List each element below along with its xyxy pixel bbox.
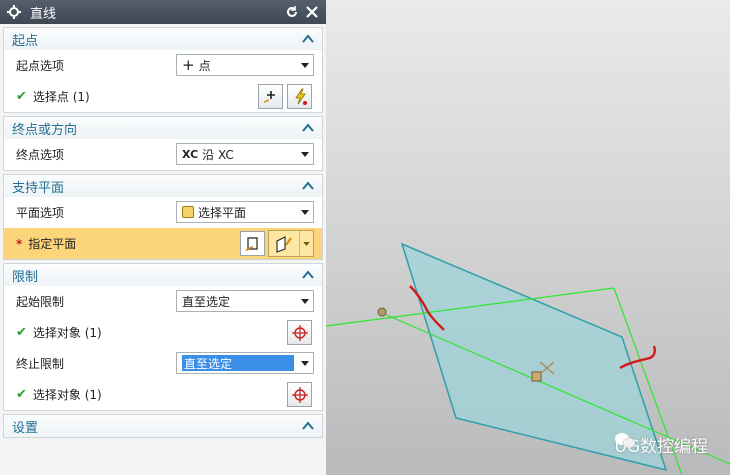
checkmark-icon: ✔ [16, 387, 27, 402]
start-point-title: 起点 [12, 33, 39, 49]
watermark: UG数控编程 [614, 432, 708, 457]
end-point-header[interactable]: 终点或方向 [4, 117, 322, 139]
plane-option-value: 选择平面 [198, 205, 247, 220]
wechat-icon [615, 433, 636, 449]
chevron-up-icon[interactable] [302, 270, 314, 280]
dialog-title: 直线 [30, 6, 57, 22]
start-point-header[interactable]: 起点 [4, 28, 322, 50]
end-select-object-row[interactable]: ✔ 选择对象 (1) [4, 379, 322, 410]
end-limit-row: 终止限制 直至选定 [4, 348, 322, 379]
support-plane-header[interactable]: 支持平面 [4, 175, 322, 197]
reset-icon[interactable] [284, 4, 300, 20]
inferred-point-button[interactable] [287, 84, 312, 109]
start-point-marker [377, 307, 387, 317]
start-select-object-label: 选择对象 (1) [32, 326, 102, 340]
plane-edit-icon[interactable] [269, 231, 300, 256]
crosshair-button[interactable] [287, 320, 312, 345]
plane-dialog-button[interactable] [240, 231, 265, 256]
chevron-up-icon[interactable] [302, 123, 314, 133]
scene-graphics [326, 242, 730, 475]
end-option-row: 终点选项 XC 沿 XC [4, 139, 322, 170]
start-limit-row: 起始限制 直至选定 [4, 286, 322, 317]
gear-icon[interactable] [6, 4, 22, 20]
chevron-up-icon[interactable] [302, 421, 314, 431]
chevron-up-icon[interactable] [302, 181, 314, 191]
support-plane-group: 支持平面 平面选项 选择平面 * 指定平面 [3, 174, 323, 260]
close-icon[interactable] [304, 4, 320, 20]
end-option-value: 沿 XC [202, 147, 234, 162]
crosshair-button[interactable] [287, 382, 312, 407]
end-limit-select[interactable]: 直至选定 [176, 352, 314, 374]
plane-option-row: 平面选项 选择平面 [4, 197, 322, 228]
dropdown-arrow-icon [297, 202, 313, 222]
xc-icon: XC [182, 147, 199, 161]
start-option-value: 点 [198, 58, 211, 73]
settings-group: 设置 [3, 414, 323, 438]
point-dialog-button[interactable] [258, 84, 283, 109]
end-limit-value: 直至选定 [182, 355, 294, 371]
graphics-viewport[interactable]: UG数控编程 [326, 0, 730, 475]
start-option-row: 起点选项 + 点 [4, 50, 322, 81]
checkmark-icon: ✔ [16, 325, 27, 340]
start-limit-select[interactable]: 直至选定 [176, 290, 314, 312]
plane-icon [182, 206, 194, 218]
inferred-plane-split-button[interactable] [268, 230, 314, 257]
plane-option-select[interactable]: 选择平面 [176, 201, 314, 223]
start-option-select[interactable]: + 点 [176, 54, 314, 76]
settings-title: 设置 [12, 420, 39, 436]
dropdown-arrow-icon [297, 291, 313, 311]
dropdown-arrow-icon [297, 55, 313, 75]
end-point-title: 终点或方向 [12, 122, 78, 138]
limits-group: 限制 起始限制 直至选定 ✔ 选择对象 (1) 终止限制 直至选定 ✔ 选择对象… [3, 263, 323, 411]
chevron-up-icon[interactable] [302, 34, 314, 44]
start-point-group: 起点 起点选项 + 点 ✔ 选择点 (1) [3, 27, 323, 113]
start-select-object-row[interactable]: ✔ 选择对象 (1) [4, 317, 322, 348]
point-icon: + [182, 55, 195, 74]
limits-title: 限制 [12, 269, 39, 285]
dropdown-arrow-icon [297, 353, 313, 373]
start-limit-value: 直至选定 [182, 294, 231, 309]
support-plane-title: 支持平面 [12, 180, 65, 196]
dropdown-arrow-icon [297, 144, 313, 164]
line-dialog: 直线 起点 起点选项 + 点 ✔ 选择点 (1) 终点或方向 终点选项 XC 沿… [0, 0, 327, 475]
end-option-select[interactable]: XC 沿 XC [176, 143, 314, 165]
plane-origin-marker [531, 371, 542, 382]
limits-header[interactable]: 限制 [4, 264, 322, 286]
select-point-row[interactable]: ✔ 选择点 (1) [4, 81, 322, 112]
end-select-object-label: 选择对象 (1) [32, 388, 102, 402]
dropdown-arrow-icon[interactable] [300, 231, 313, 256]
dialog-titlebar: 直线 [0, 0, 326, 24]
required-star: * [16, 236, 23, 251]
settings-header[interactable]: 设置 [4, 415, 322, 437]
checkmark-icon: ✔ [16, 89, 27, 104]
end-point-group: 终点或方向 终点选项 XC 沿 XC [3, 116, 323, 171]
specify-plane-row[interactable]: * 指定平面 [4, 228, 322, 259]
